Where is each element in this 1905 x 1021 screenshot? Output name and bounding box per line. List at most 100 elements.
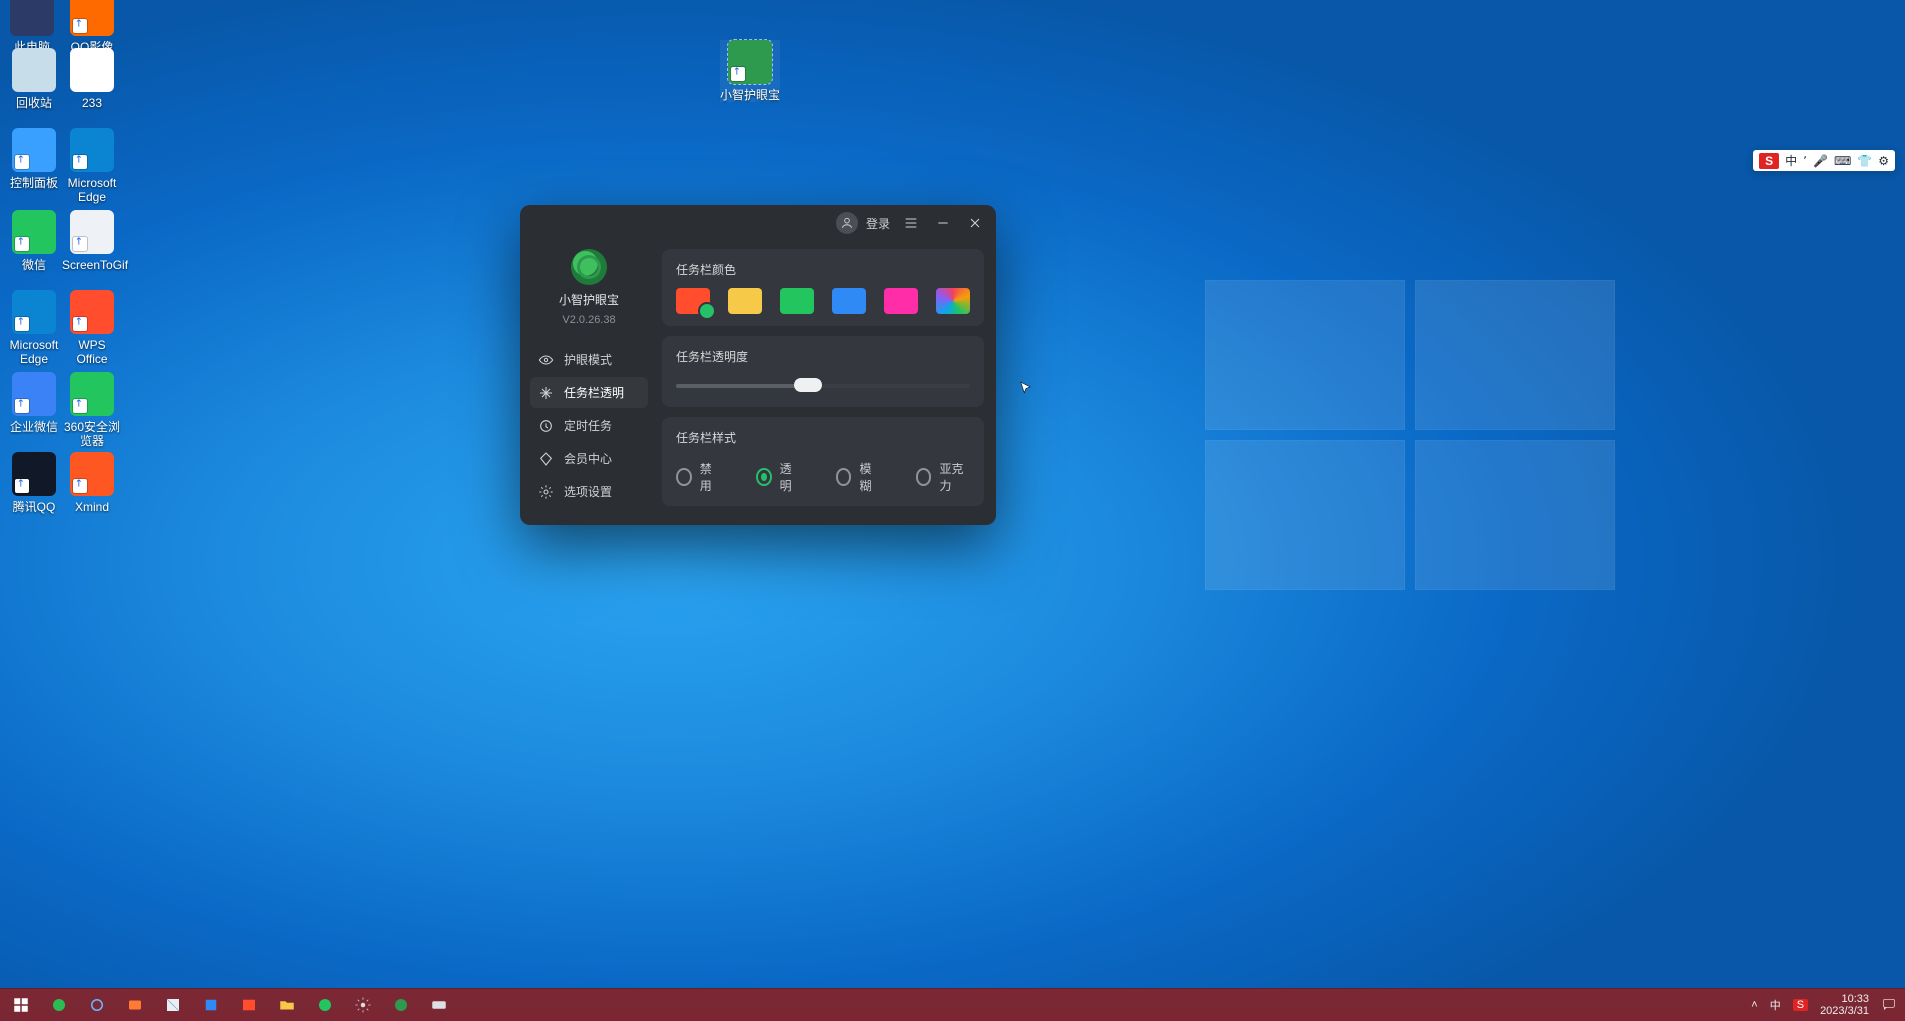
desktop-icon-label: 小智护眼宝: [720, 88, 780, 102]
style-radio-2[interactable]: 模糊: [836, 460, 880, 494]
taskbar-app-explorer[interactable]: [272, 993, 302, 1017]
panel-taskbar-opacity: 任务栏透明度: [662, 336, 984, 407]
desktop-icon-label: WPS Office: [62, 338, 122, 366]
panel-title: 任务栏透明度: [676, 348, 970, 365]
desktop-icon-label: 233: [62, 96, 122, 110]
taskbar-app-cortana[interactable]: [82, 993, 112, 1017]
menu-button[interactable]: [900, 212, 922, 234]
xiaozhi-desktop-icon: [728, 40, 772, 84]
close-button[interactable]: [964, 212, 986, 234]
wps-icon: [70, 290, 114, 334]
desktop-icon-screentogif[interactable]: ScreenToGif: [62, 210, 122, 272]
taskbar-app-wps[interactable]: [234, 993, 264, 1017]
color-swatch-yellow[interactable]: [728, 288, 762, 314]
wechat-icon: [12, 210, 56, 254]
tray-time: 10:33: [1841, 993, 1869, 1005]
recycle-bin-icon: [12, 48, 56, 92]
style-radio-0[interactable]: 禁用: [676, 460, 720, 494]
taskbar-app-wechat[interactable]: [310, 993, 340, 1017]
radio-dot-icon: [756, 468, 772, 486]
tray-expand-icon[interactable]: ˄: [1751, 999, 1757, 1011]
taskbar-app-video[interactable]: [120, 993, 150, 1017]
desktop-icon-edge-2[interactable]: Microsoft Edge: [4, 290, 64, 366]
taskbar-app-task[interactable]: [196, 993, 226, 1017]
radio-label: 亚克力: [939, 460, 970, 494]
ime-item[interactable]: ٬: [1803, 154, 1807, 168]
opacity-slider[interactable]: [676, 375, 970, 395]
desktop-icon-edge-1[interactable]: Microsoft Edge: [62, 128, 122, 204]
style-radios: 禁用 透明 模糊 亚克力: [676, 456, 970, 494]
start-button[interactable]: [6, 993, 36, 1017]
taskbar-app-keyboard[interactable]: [424, 993, 454, 1017]
color-swatch-magenta[interactable]: [884, 288, 918, 314]
control-panel-icon: [12, 128, 56, 172]
ime-keyboard-icon[interactable]: ⌨: [1834, 154, 1851, 168]
taskbar-app-paint[interactable]: [158, 993, 188, 1017]
style-radio-1[interactable]: 透明: [756, 460, 800, 494]
tray-ime-icon[interactable]: S: [1793, 999, 1808, 1011]
sidebar-item-gear[interactable]: 选项设置: [530, 476, 648, 507]
desktop-icon-label: 腾讯QQ: [4, 500, 64, 514]
xmind-icon: [70, 452, 114, 496]
gear-icon: [538, 484, 554, 500]
sidebar-item-eye[interactable]: 护眼模式: [530, 344, 648, 375]
desktop-icon-label: 微信: [4, 258, 64, 272]
txt-233-icon: [70, 48, 114, 92]
desktop-icon-this-pc[interactable]: 此电脑: [2, 0, 62, 54]
color-swatch-green[interactable]: [780, 288, 814, 314]
slider-thumb[interactable]: [794, 378, 822, 392]
style-radio-3[interactable]: 亚克力: [916, 460, 970, 494]
ime-brand-icon: S: [1759, 153, 1779, 169]
ime-item[interactable]: 中: [1785, 152, 1797, 169]
taskbar-app-xiaozhi[interactable]: [386, 993, 416, 1017]
ime-settings-icon[interactable]: ⚙: [1878, 154, 1889, 168]
desktop-icon-label: 回收站: [4, 96, 64, 110]
radio-label: 模糊: [859, 460, 879, 494]
desktop-icon-txt-233[interactable]: 233: [62, 48, 122, 110]
login-area[interactable]: 登录: [836, 212, 890, 234]
desktop-icon-wechat[interactable]: 微信: [4, 210, 64, 272]
avatar-icon: [836, 212, 858, 234]
edge-2-icon: [12, 290, 56, 334]
color-swatch-blue[interactable]: [832, 288, 866, 314]
tray-lang[interactable]: 中: [1770, 997, 1781, 1013]
sidebar-item-label: 会员中心: [564, 450, 612, 467]
desktop-icon-qq-image[interactable]: QQ影像: [62, 0, 122, 54]
this-pc-icon: [10, 0, 54, 36]
sidebar-item-diamond[interactable]: 会员中心: [530, 443, 648, 474]
sidebar-item-sparkle[interactable]: 任务栏透明: [530, 377, 648, 408]
desktop-icon-wps[interactable]: WPS Office: [62, 290, 122, 366]
desktop-icon-tencent-qq[interactable]: 腾讯QQ: [4, 452, 64, 514]
sidebar-item-label: 定时任务: [564, 417, 612, 434]
login-label: 登录: [866, 215, 890, 232]
tray-notifications-icon[interactable]: [1881, 996, 1897, 1015]
tray-clock[interactable]: 10:33 2023/3/31: [1820, 993, 1869, 1017]
desktop-icon-label: Microsoft Edge: [4, 338, 64, 366]
radio-label: 禁用: [700, 460, 720, 494]
desktop-icon-xmind[interactable]: Xmind: [62, 452, 122, 514]
tencent-qq-icon: [12, 452, 56, 496]
sidebar-item-label: 选项设置: [564, 483, 612, 500]
desktop-icon-control-panel[interactable]: 控制面板: [4, 128, 64, 190]
color-swatch-rainbow[interactable]: [936, 288, 970, 314]
sidebar-item-clock[interactable]: 定时任务: [530, 410, 648, 441]
taskbar-app-360[interactable]: [44, 993, 74, 1017]
ime-mic-icon[interactable]: 🎤: [1813, 154, 1828, 168]
desktop-icon-recycle-bin[interactable]: 回收站: [4, 48, 64, 110]
clock-icon: [538, 418, 554, 434]
desktop-icon-360-browser[interactable]: 360安全浏览器: [62, 372, 122, 448]
taskbar[interactable]: ˄ 中 S 10:33 2023/3/31: [0, 988, 1905, 1021]
desktop-icon-qiye-wechat[interactable]: 企业微信: [4, 372, 64, 434]
desktop-icon-label: ScreenToGif: [62, 258, 122, 272]
ime-skin-icon[interactable]: 👕: [1857, 154, 1872, 168]
qq-image-icon: [70, 0, 114, 36]
color-swatches: [676, 288, 970, 314]
ime-toolbar[interactable]: S 中 ٬ 🎤 ⌨ 👕 ⚙: [1753, 150, 1895, 171]
taskbar-app-settings[interactable]: [348, 993, 378, 1017]
desktop-icon-xiaozhi-desktop[interactable]: 小智护眼宝: [720, 40, 780, 102]
sidebar-item-label: 护眼模式: [564, 351, 612, 368]
minimize-button[interactable]: [932, 212, 954, 234]
panel-taskbar-color: 任务栏颜色: [662, 249, 984, 326]
sidebar-nav: 护眼模式任务栏透明定时任务会员中心选项设置: [530, 344, 648, 507]
color-swatch-red[interactable]: [676, 288, 710, 314]
